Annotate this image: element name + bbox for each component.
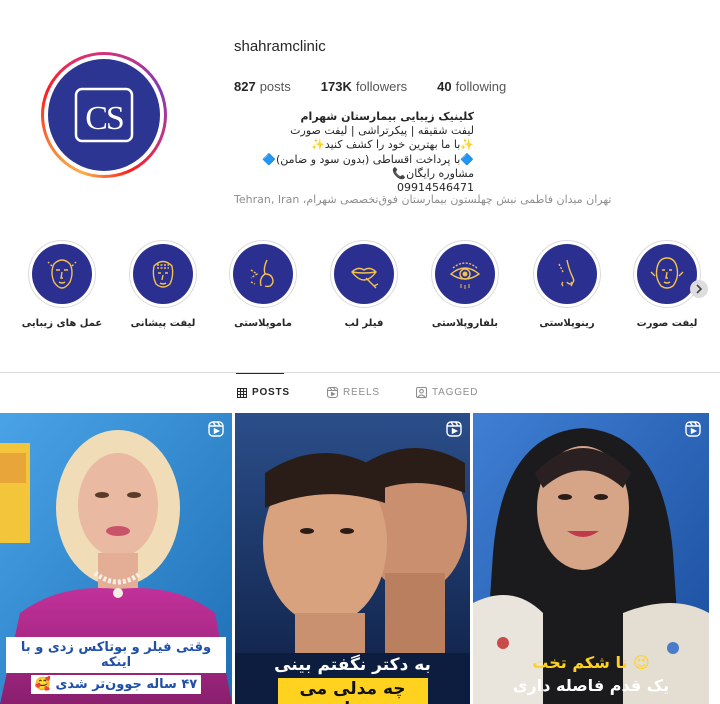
caption-line: ۴۷ ساله جوون‌تر شدی 🥰 — [31, 675, 201, 694]
grid-icon — [237, 387, 247, 398]
reel-icon — [446, 421, 462, 442]
lip-filler-icon — [351, 267, 379, 289]
post-tile[interactable]: به دکتر نگفتم بینی چه مدلی می خوام — [235, 413, 470, 704]
highlight-label: ماموپلاستی — [234, 318, 292, 329]
highlight-cosmetic-surgery[interactable]: عمل های زیبایی — [17, 240, 107, 329]
highlight-label: لیفت پیشانی — [130, 318, 196, 329]
highlight-mammoplasty[interactable]: ماموپلاستی — [218, 240, 308, 329]
bio-line: ✨با ما بهترین خود را کشف کنید✨ — [311, 138, 474, 152]
followers-count: 173K — [320, 79, 352, 94]
highlight-label: لیفت صورت — [636, 318, 698, 329]
caption-line: یک قدم فاصله داری — [512, 676, 670, 695]
nose-icon — [558, 259, 575, 287]
highlight-blepharoplasty[interactable]: بلفاروپلاستی — [420, 240, 510, 329]
reels-icon — [327, 387, 338, 398]
post-caption: به دکتر نگفتم بینی چه مدلی می خوام — [245, 655, 460, 704]
eye-icon — [449, 262, 481, 289]
highlight-label: بلفاروپلاستی — [431, 318, 499, 329]
followers-label: followers — [355, 79, 408, 94]
post-tile[interactable]: وقتی فیلر و بوتاکس زدی و با اینکه ۴۷ سال… — [0, 413, 232, 704]
active-tab-indicator — [236, 373, 284, 374]
posts-label: posts — [259, 79, 291, 94]
following-label: following — [455, 79, 507, 94]
highlight-label: رینوپلاستی — [539, 318, 595, 329]
reel-icon — [208, 421, 224, 442]
face-lift-icon — [650, 257, 684, 289]
bio-line: مشاوره رایگان📞 — [392, 166, 474, 180]
tab-tagged[interactable]: TAGGED — [416, 387, 478, 398]
highlight-label: عمل های زیبایی — [21, 318, 103, 329]
highlights-next-button[interactable] — [690, 280, 708, 298]
face-outline-icon — [47, 259, 77, 289]
mammoplasty-icon — [250, 259, 274, 288]
address-en: Tehran, Iran — [234, 193, 300, 206]
tab-posts-label: POSTS — [252, 387, 290, 398]
profile-stats: 827 posts 173K followers 40 following — [234, 79, 536, 94]
following-count: 40 — [437, 79, 452, 94]
post-tile[interactable]: 😉 تا شکم تخت یک قدم فاصله داری — [473, 413, 709, 704]
highlight-forehead-lift[interactable]: لیفت پیشانی — [118, 240, 208, 329]
tab-reels-label: REELS — [343, 387, 380, 398]
story-highlights: عمل های زیبایی لیفت پیشانی ماموپلاستی فی… — [0, 240, 720, 340]
bio-name: کلینیک زیبایی بیمارستان شهرام — [300, 110, 475, 123]
followers-stat[interactable]: 173K followers — [321, 79, 407, 94]
posts-stat[interactable]: 827 posts — [234, 79, 291, 94]
avatar-logo-text: CS — [85, 100, 123, 137]
profile-avatar[interactable]: CS — [41, 52, 167, 178]
username: shahramclinic — [234, 38, 326, 55]
post-caption: 😉 تا شکم تخت یک قدم فاصله داری — [481, 653, 701, 695]
posts-count: 827 — [234, 79, 256, 94]
cs-logo: CS — [48, 59, 160, 171]
following-stat[interactable]: 40 following — [437, 79, 506, 94]
tab-tagged-label: TAGGED — [432, 387, 479, 398]
profile-bio: کلینیک زیبایی بیمارستان شهرام لیفت شقیقه… — [234, 110, 611, 206]
post-caption: وقتی فیلر و بوتاکس زدی و با اینکه ۴۷ سال… — [6, 637, 226, 694]
bio-address[interactable]: Tehran, Iran تهران میدان فاطمی نبش چهلست… — [234, 193, 611, 207]
highlight-label: فیلر لب — [344, 318, 384, 329]
highlight-rhinoplasty[interactable]: رینوپلاستی — [522, 240, 612, 329]
chevron-right-icon — [696, 284, 703, 294]
caption-line: 😉 تا شکم تخت — [532, 653, 650, 672]
tagged-icon — [416, 387, 427, 398]
highlight-lip-filler[interactable]: فیلر لب — [319, 240, 409, 329]
forehead-lift-icon — [152, 260, 174, 288]
tab-reels[interactable]: REELS — [327, 387, 380, 398]
address-fa: تهران میدان فاطمی نبش چهلستون بیمارستان … — [302, 193, 612, 206]
profile-tabs: POSTS REELS TAGGED — [0, 373, 720, 413]
bio-line: لیفت شقیقه | پیکرتراشی | لیفت صورت — [290, 124, 474, 138]
caption-line: چه مدلی می خوام — [277, 678, 428, 704]
caption-line: وقتی فیلر و بوتاکس زدی و با اینکه — [6, 637, 226, 673]
reel-icon — [685, 421, 701, 442]
tab-posts[interactable]: POSTS — [237, 387, 290, 398]
bio-line: 🔷با پرداخت اقساطی (بدون سود و ضامن)🔷 — [262, 152, 474, 166]
caption-line: به دکتر نگفتم بینی — [274, 655, 431, 675]
